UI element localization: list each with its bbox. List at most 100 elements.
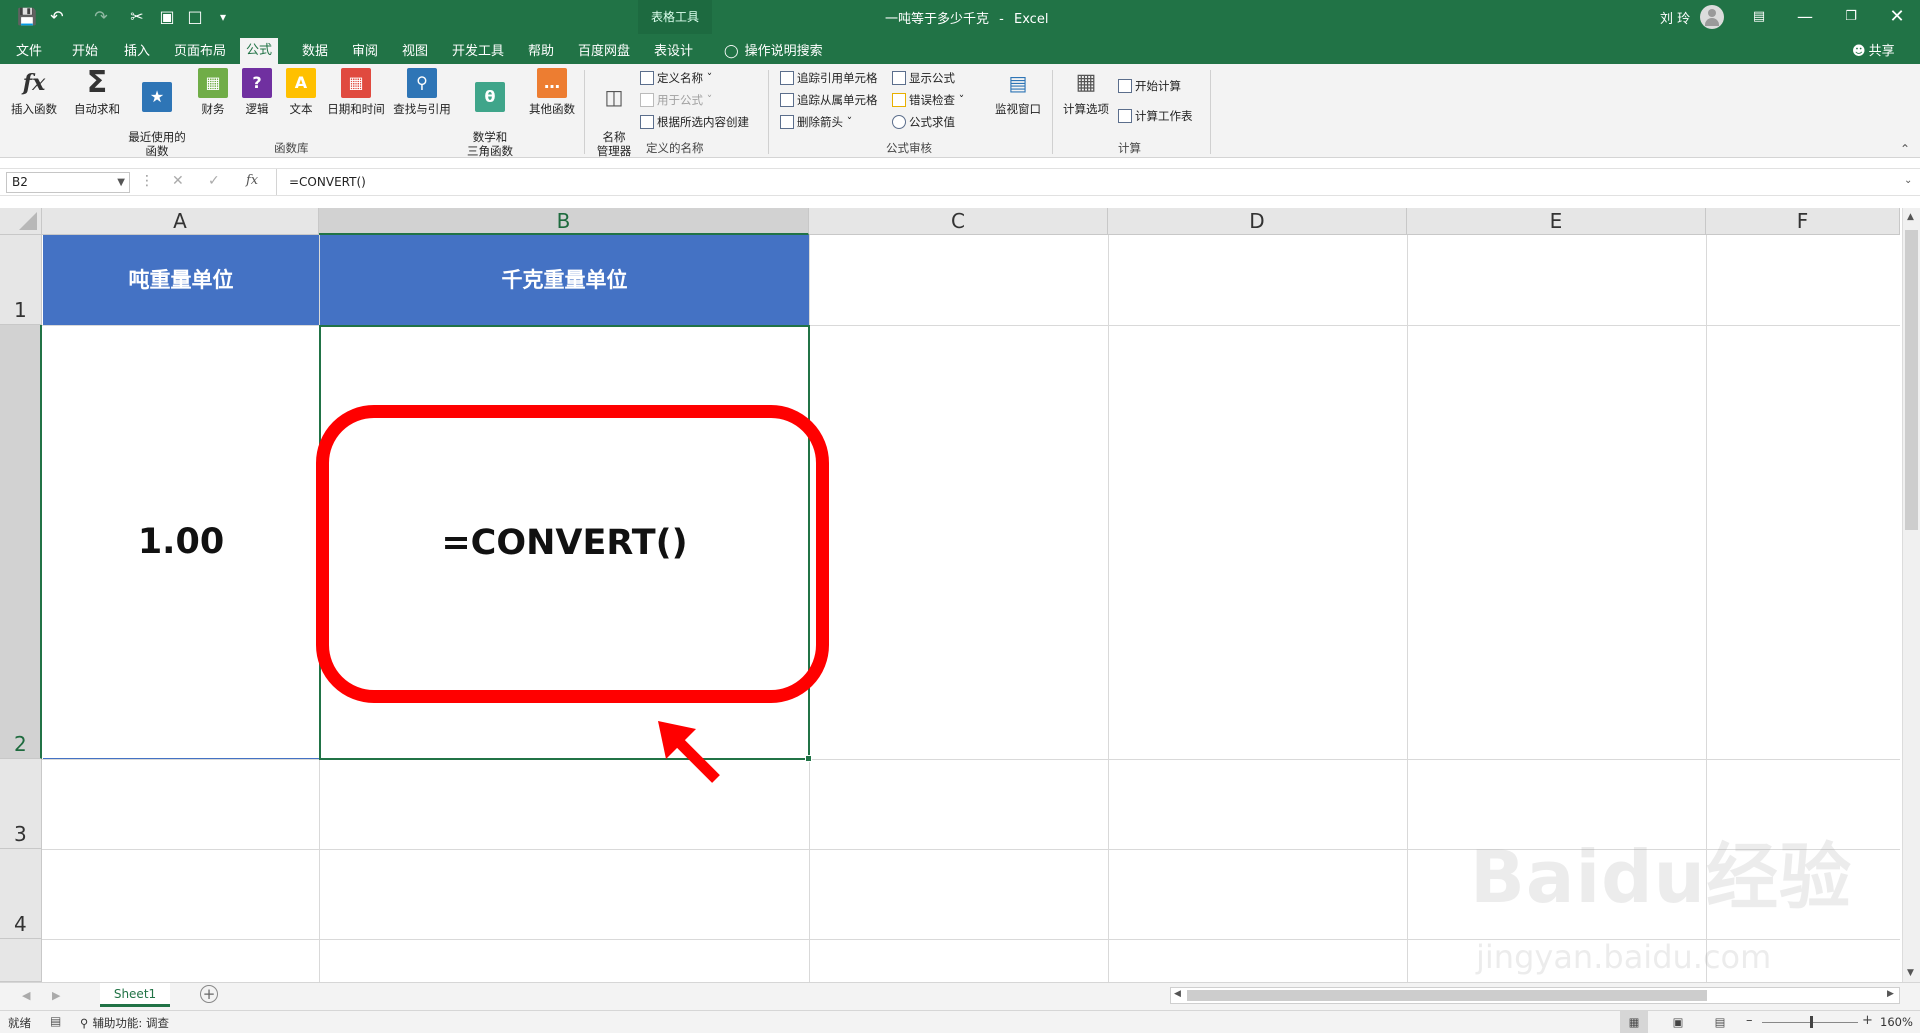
error-checking-button[interactable]: 错误检查 ˇ	[892, 92, 964, 108]
sheet-tab-sheet1[interactable]: Sheet1	[100, 983, 170, 1007]
new-document-icon[interactable]: □	[184, 6, 206, 28]
formula-input[interactable]: =CONVERT()	[276, 169, 1904, 195]
zoom-out-icon[interactable]: –	[1746, 1013, 1753, 1028]
redo-icon[interactable]: ↷	[90, 6, 112, 28]
calculate-now-button[interactable]: 开始计算	[1118, 78, 1181, 94]
page-break-view-icon[interactable]: ▤	[1706, 1011, 1734, 1033]
name-box[interactable]: B2 ▼	[6, 172, 130, 193]
tab-table-design[interactable]: 表设计	[648, 40, 699, 64]
confirm-entry-icon[interactable]: ✓	[208, 173, 220, 189]
expand-formula-bar-icon[interactable]: ⌄	[1904, 175, 1912, 186]
undo-icon[interactable]: ↶	[46, 6, 68, 28]
financial-button[interactable]: ▦ 财务	[194, 68, 232, 116]
lightbulb-icon: ◯	[724, 44, 739, 59]
tab-page-layout[interactable]: 页面布局	[168, 40, 232, 64]
fill-handle[interactable]	[805, 755, 812, 762]
tab-view[interactable]: 视图	[396, 40, 434, 64]
cut-icon[interactable]: ✂	[126, 6, 148, 28]
tab-baidu-netdisk[interactable]: 百度网盘	[572, 40, 636, 64]
row-header-1[interactable]: 1	[0, 235, 42, 325]
name-manager-button[interactable]: ◫ 名称 管理器	[592, 68, 636, 172]
insert-function-icon[interactable]: fx	[246, 173, 258, 188]
normal-view-icon[interactable]: ▦	[1620, 1011, 1648, 1033]
horizontal-scrollbar[interactable]: ◀ ▶	[1170, 987, 1900, 1004]
next-sheet-icon[interactable]: ▶	[52, 989, 60, 1002]
cancel-entry-icon[interactable]: ✕	[172, 173, 184, 189]
text-button[interactable]: A 文本	[282, 68, 320, 116]
evaluate-formula-button[interactable]: 公式求值	[892, 114, 955, 130]
logical-button[interactable]: ? 逻辑	[238, 68, 276, 116]
add-sheet-icon[interactable]: +	[200, 985, 218, 1003]
macro-record-icon[interactable]: ▤	[50, 1014, 61, 1028]
tab-help[interactable]: 帮助	[522, 40, 560, 64]
calculation-options-button[interactable]: ▦ 计算选项	[1058, 68, 1114, 116]
column-header-f[interactable]: F	[1706, 208, 1900, 235]
autosum-button[interactable]: Σ 自动求和	[70, 68, 124, 117]
ribbon-display-options-icon[interactable]: ▤	[1736, 0, 1782, 34]
math-trig-button[interactable]: θ 数学和 三角函数	[458, 68, 522, 172]
scroll-up-icon[interactable]: ▲	[1907, 212, 1914, 222]
watch-window-button[interactable]: ▤ 监视窗口	[990, 68, 1046, 116]
cell-a1[interactable]: 吨重量单位	[43, 235, 319, 325]
define-name-button[interactable]: 定义名称 ˇ	[640, 70, 712, 86]
prev-sheet-icon[interactable]: ◀	[22, 989, 30, 1002]
zoom-slider-thumb[interactable]	[1810, 1016, 1813, 1028]
vertical-scrollbar[interactable]: ▲ ▼	[1902, 208, 1920, 982]
create-from-selection-button[interactable]: 根据所选内容创建	[640, 114, 749, 130]
calculate-sheet-button[interactable]: 计算工作表	[1118, 108, 1193, 124]
save-as-icon[interactable]: ▣	[156, 6, 178, 28]
user-name[interactable]: 刘 玲	[1660, 8, 1690, 27]
vertical-scroll-thumb[interactable]	[1905, 230, 1918, 530]
row-header-3[interactable]: 3	[0, 759, 42, 849]
close-icon[interactable]: ✕	[1874, 0, 1920, 34]
tell-me-search[interactable]: ◯ 操作说明搜索	[718, 40, 829, 64]
scroll-down-icon[interactable]: ▼	[1907, 968, 1914, 978]
insert-function-button[interactable]: fx 插入函数	[6, 68, 62, 116]
use-in-formula-button[interactable]: 用于公式 ˇ	[640, 92, 712, 108]
row-header-4[interactable]: 4	[0, 849, 42, 939]
lookup-reference-button[interactable]: ⚲ 查找与引用	[390, 68, 454, 116]
date-time-button[interactable]: ▦ 日期和时间	[324, 68, 388, 116]
recently-used-button[interactable]: ★ 最近使用的 函数	[124, 68, 190, 172]
zoom-in-icon[interactable]: +	[1862, 1013, 1873, 1028]
horizontal-scroll-thumb[interactable]	[1187, 990, 1707, 1001]
cell-b1[interactable]: 千克重量单位	[320, 235, 809, 325]
avatar[interactable]	[1700, 5, 1724, 29]
scroll-left-icon[interactable]: ◀	[1174, 989, 1181, 999]
minimize-icon[interactable]: —	[1782, 0, 1828, 34]
column-header-c[interactable]: C	[809, 208, 1108, 235]
group-separator	[1210, 70, 1211, 154]
trace-precedents-button[interactable]: 追踪引用单元格	[780, 70, 878, 86]
cell-a2[interactable]: 1.00	[43, 326, 319, 759]
scroll-right-icon[interactable]: ▶	[1887, 989, 1894, 999]
select-all-corner[interactable]	[0, 208, 42, 235]
save-icon[interactable]: 💾	[16, 6, 38, 28]
row-header-2[interactable]: 2	[0, 325, 42, 759]
sheet-tabs-bar: ◀ ▶ Sheet1 + ◀ ▶	[0, 982, 1920, 1010]
column-header-d[interactable]: D	[1108, 208, 1407, 235]
more-functions-button[interactable]: … 其他函数	[524, 68, 580, 116]
show-formulas-button[interactable]: 显示公式	[892, 70, 955, 86]
name-box-dropdown-icon[interactable]: ▼	[117, 173, 125, 192]
trace-dependents-button[interactable]: 追踪从属单元格	[780, 92, 878, 108]
restore-icon[interactable]: ❐	[1828, 0, 1874, 34]
accessibility-status[interactable]: ⚲ 辅助功能: 调查	[80, 1015, 169, 1031]
column-header-b[interactable]: B	[319, 208, 809, 235]
tab-file[interactable]: 文件	[10, 40, 48, 64]
customize-qat-icon[interactable]: ▾	[212, 6, 234, 28]
page-layout-view-icon[interactable]: ▣	[1664, 1011, 1692, 1033]
tab-formulas[interactable]: 公式	[240, 38, 279, 64]
tab-insert[interactable]: 插入	[118, 40, 156, 64]
share-button[interactable]: ☻ 共享	[1846, 40, 1901, 64]
row-header-5[interactable]	[0, 939, 42, 982]
tab-data[interactable]: 数据	[296, 40, 334, 64]
tab-developer[interactable]: 开发工具	[446, 40, 510, 64]
tab-review[interactable]: 审阅	[346, 40, 384, 64]
column-header-a[interactable]: A	[42, 208, 319, 235]
remove-arrows-button[interactable]: 删除箭头 ˇ	[780, 114, 852, 130]
zoom-level[interactable]: 160%	[1880, 1015, 1913, 1029]
column-header-e[interactable]: E	[1407, 208, 1706, 235]
tab-home[interactable]: 开始	[66, 40, 104, 64]
collapse-ribbon-icon[interactable]: ⌃	[1900, 142, 1910, 156]
worksheet-grid: A B C D E F 1 2 3 4 吨重量单位 千克重量单位 1.00 =C…	[0, 208, 1920, 982]
